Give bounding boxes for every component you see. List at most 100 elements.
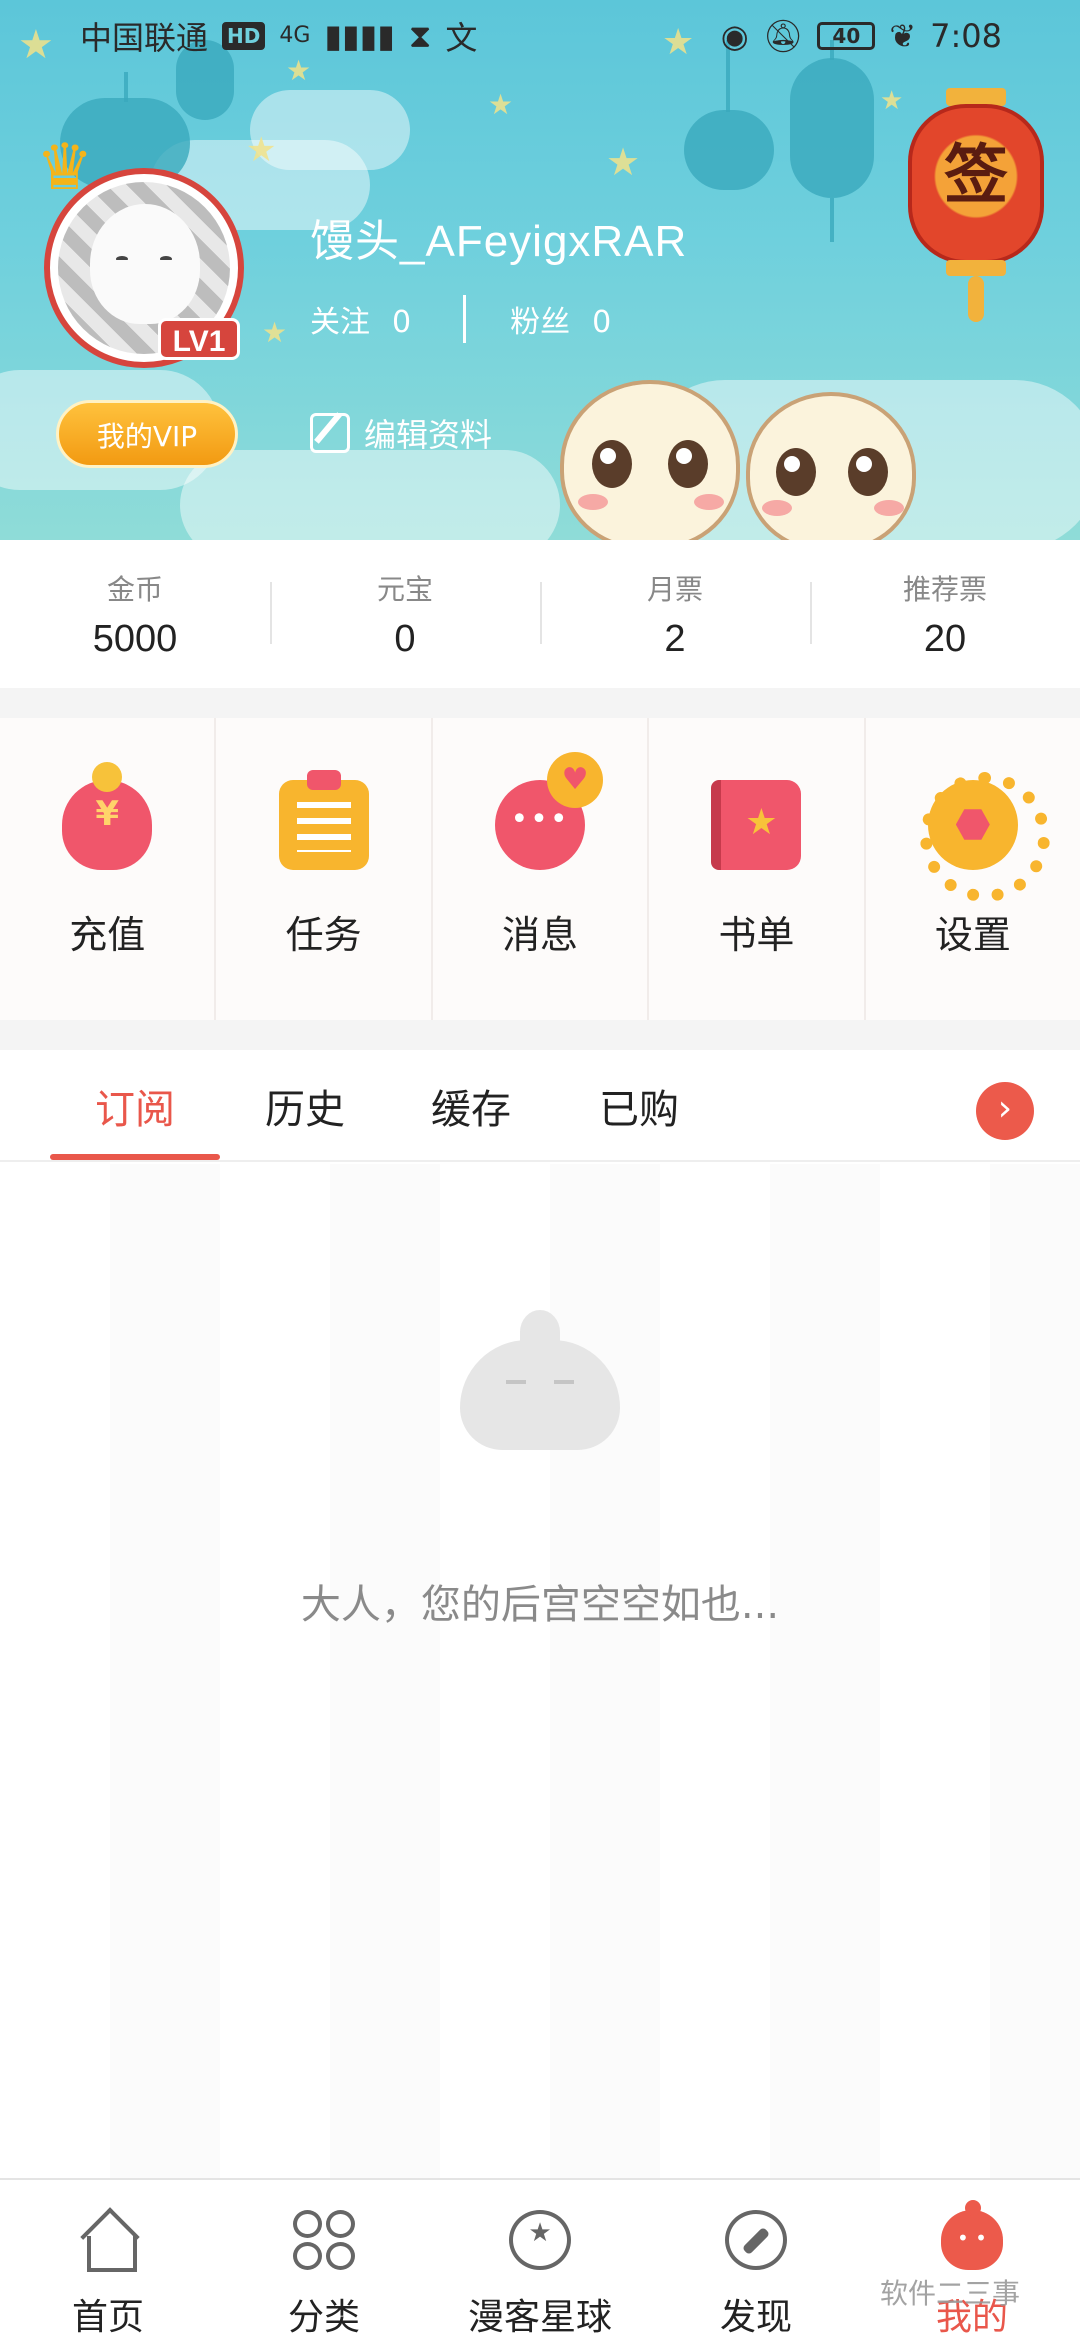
star-icon: ★ <box>880 86 904 116</box>
piggy-bank-icon <box>62 761 153 870</box>
mascot-cheek <box>694 494 724 510</box>
quick-item-recharge[interactable]: 充值 <box>0 718 217 1020</box>
stat-label: 月票 <box>646 572 703 606</box>
quick-item-label: 消息 <box>502 912 579 957</box>
lantern-base <box>946 260 1006 276</box>
chevron-right-icon[interactable]: › <box>976 1082 1034 1140</box>
edit-icon <box>310 413 350 453</box>
signal-icon: ▮▮▮▮ <box>324 17 395 55</box>
username: 馒头_AFeyigxRAR <box>310 217 688 266</box>
profile-header: ★ ★ ★ ★ ★ ★ ★ ★ 中国联通 HD 4G ▮▮▮▮ ⧗ 文 ◉ 🔕︎… <box>0 0 1080 540</box>
stat-label: 推荐票 <box>902 572 987 606</box>
tab-purchased[interactable]: 已购 <box>564 1050 714 1162</box>
quick-item-tasks[interactable]: 任务 <box>216 718 433 1020</box>
stat-monthly-tickets[interactable]: 月票 2 <box>540 540 810 688</box>
stat-ingots[interactable]: 元宝 0 <box>270 540 540 688</box>
tab-cache[interactable]: 缓存 <box>396 1050 546 1162</box>
nav-mine[interactable]: 我的 <box>864 2180 1080 2340</box>
level-badge: LV1 <box>158 318 240 360</box>
translate-icon: 文 <box>445 19 478 57</box>
stat-value: 5000 <box>92 617 178 660</box>
mascot-cheek <box>762 500 792 516</box>
quick-item-settings[interactable]: 设置 <box>866 718 1080 1020</box>
quick-item-messages[interactable]: 消息 <box>433 718 650 1020</box>
edit-profile-label: 编辑资料 <box>364 416 493 454</box>
empty-mascot-eye <box>506 1380 526 1384</box>
quick-item-label: 任务 <box>285 912 362 957</box>
home-icon <box>77 2210 139 2272</box>
quick-item-label: 书单 <box>718 912 795 957</box>
star-icon: ★ <box>606 140 641 184</box>
lantern-decoration <box>684 110 774 190</box>
tab-subscriptions[interactable]: 订阅 <box>50 1050 220 1162</box>
mascot-eye <box>848 448 888 496</box>
follow-stats: 关注 0 粉丝 0 <box>310 295 611 343</box>
follow-divider <box>463 295 467 343</box>
status-bar: 中国联通 HD 4G ▮▮▮▮ ⧗ 文 ◉ 🔕︎ 40 ❦ 7:08 <box>0 0 1080 72</box>
nav-category[interactable]: 分类 <box>216 2180 432 2340</box>
star-icon: ★ <box>246 130 277 170</box>
stat-value: 0 <box>394 617 416 660</box>
my-vip-button[interactable]: 我的VIP <box>56 400 238 468</box>
watermark-text: 软件二三事 <box>880 2277 1021 2310</box>
currency-stats: 金币 5000 元宝 0 月票 2 推荐票 20 <box>0 540 1080 688</box>
quick-item-label: 充值 <box>69 912 146 957</box>
fans-count: 0 <box>592 305 612 340</box>
empty-state-message: 大人，您的后宫空空如也... <box>300 1582 780 1628</box>
empty-mascot-body <box>460 1340 620 1450</box>
nav-home[interactable]: 首页 <box>0 2180 216 2340</box>
mascot-cheek <box>874 500 904 516</box>
library-tabs: 订阅 历史 缓存 已购 <box>0 1050 1080 1162</box>
fans-link[interactable]: 粉丝 0 <box>510 297 611 341</box>
mascot-cheek <box>578 494 608 510</box>
planet-icon <box>509 2210 571 2270</box>
bun-mascot-illustration <box>560 380 740 540</box>
quick-item-label: 设置 <box>934 912 1011 957</box>
compass-icon <box>725 2210 787 2270</box>
category-icon <box>293 2210 355 2270</box>
active-tab-indicator <box>50 1154 220 1160</box>
tab-history[interactable]: 历史 <box>230 1050 380 1162</box>
empty-mascot-eye <box>554 1380 574 1384</box>
lantern-string <box>830 198 834 242</box>
quick-menu: 充值 任务 消息 书单 设置 <box>0 718 1080 1020</box>
mascot-eye <box>592 440 632 488</box>
book-icon <box>711 779 802 870</box>
hourglass-icon: ⧗ <box>408 16 432 55</box>
nav-planet[interactable]: 漫客星球 <box>432 2180 648 2340</box>
edit-profile-button[interactable]: 编辑资料 <box>310 410 492 456</box>
following-count: 0 <box>392 305 412 340</box>
stat-label: 金币 <box>106 572 163 606</box>
mascot-eye <box>668 440 708 488</box>
crown-icon: ♛ <box>36 131 94 205</box>
stat-label: 元宝 <box>376 572 433 606</box>
stat-gold-coins[interactable]: 金币 5000 <box>0 540 270 688</box>
stat-value: 2 <box>664 617 686 660</box>
section-divider <box>0 688 1080 718</box>
bun-mascot-illustration <box>746 392 916 540</box>
avatar-mascot-face <box>90 204 200 324</box>
mascot-eye <box>776 448 816 496</box>
message-bubble-icon <box>495 751 604 870</box>
sign-in-label: 签 <box>944 139 1008 213</box>
nav-label: 漫客星球 <box>467 2297 612 2338</box>
leaf-icon: ❦ <box>889 17 917 55</box>
lantern-tassel <box>968 276 984 322</box>
star-icon: ★ <box>488 88 514 121</box>
quick-item-booklist[interactable]: 书单 <box>649 718 866 1020</box>
eye-icon: ◉ <box>720 17 749 55</box>
mine-mascot-icon <box>941 2200 1003 2270</box>
avatar-eye <box>160 256 172 262</box>
nav-discover[interactable]: 发现 <box>648 2180 864 2340</box>
nav-label: 首页 <box>71 2297 144 2338</box>
section-divider <box>0 1020 1080 1050</box>
stat-recommend-tickets[interactable]: 推荐票 20 <box>810 540 1080 688</box>
lantern-decoration <box>790 58 874 198</box>
nav-label: 分类 <box>287 2297 360 2338</box>
star-icon: ★ <box>262 316 288 349</box>
following-link[interactable]: 关注 0 <box>310 297 411 341</box>
stat-value: 20 <box>923 617 967 660</box>
sign-in-lantern-button[interactable]: 签 <box>908 88 1044 322</box>
gear-icon <box>919 771 1050 902</box>
avatar-eye <box>116 256 128 262</box>
